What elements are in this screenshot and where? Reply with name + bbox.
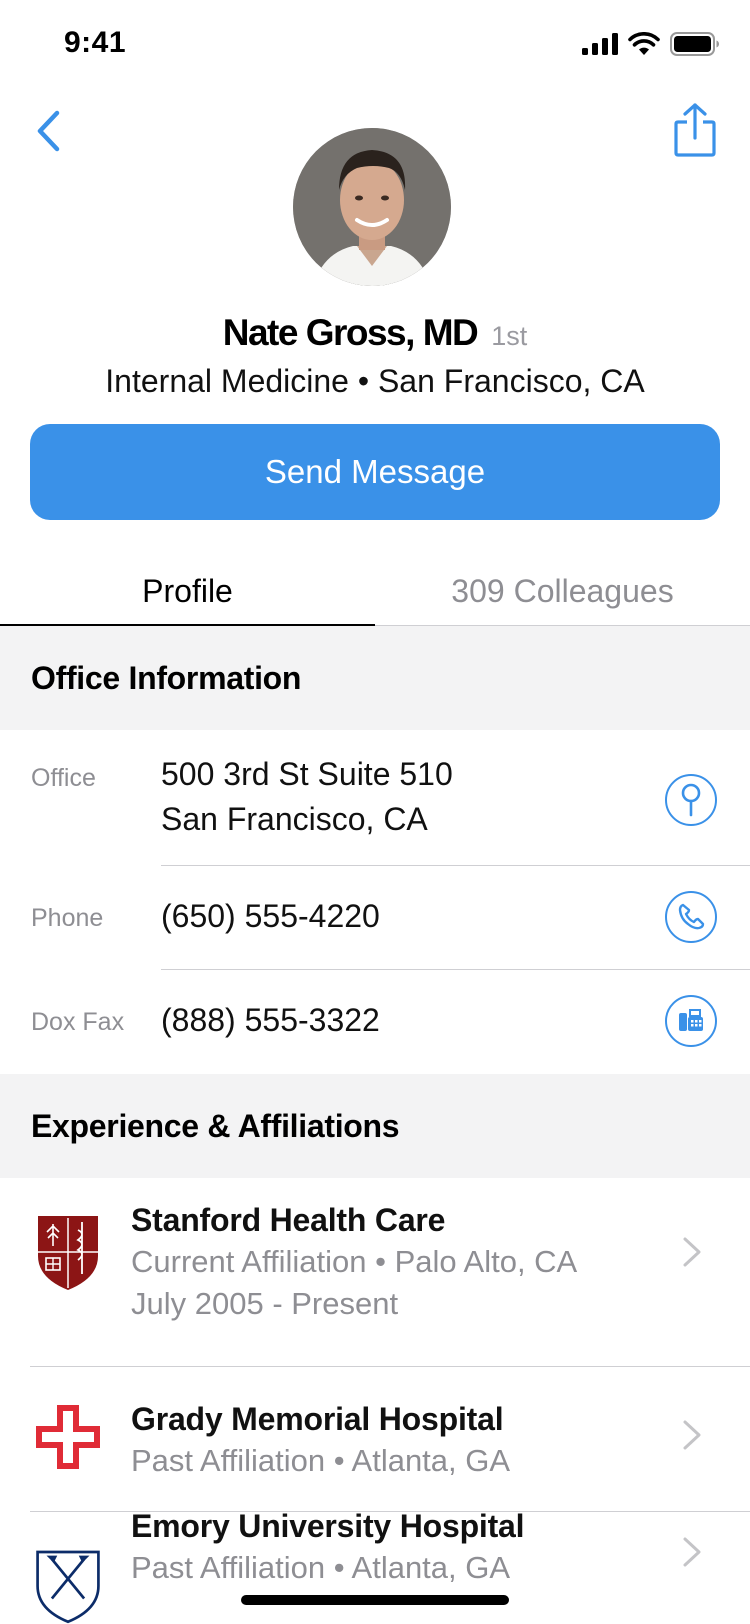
affiliation-dates: July 2005 - Present — [131, 1286, 399, 1321]
chevron-right-icon — [683, 1420, 701, 1450]
wifi-icon — [628, 32, 660, 55]
affiliation-detail: Past Affiliation • Atlanta, GA — [131, 1443, 511, 1478]
chevron-right-icon — [683, 1237, 701, 1267]
map-pin-button[interactable] — [665, 774, 717, 826]
tab-profile[interactable]: Profile — [0, 556, 375, 626]
affiliation-item-stanford[interactable]: Stanford Health Care Current Affiliation… — [0, 1178, 750, 1366]
affiliation-name: Stanford Health Care — [131, 1202, 446, 1238]
affiliation-detail: Past Affiliation • Atlanta, GA — [131, 1550, 511, 1585]
map-pin-icon — [681, 783, 701, 817]
affiliation-detail: Current Affiliation • Palo Alto, CA — [131, 1244, 578, 1279]
affiliation-item-emory[interactable]: Emory University Hospital Past Affiliati… — [0, 1508, 750, 1624]
emory-shield-logo — [34, 1546, 102, 1624]
red-cross-logo — [34, 1397, 102, 1477]
avatar — [293, 128, 451, 286]
chevron-left-icon — [37, 110, 60, 152]
fax-row[interactable]: Dox Fax (888) 555-3322 — [0, 970, 750, 1074]
affiliation-item-grady[interactable]: Grady Memorial Hospital Past Affiliation… — [0, 1367, 750, 1511]
share-button[interactable] — [670, 98, 720, 162]
office-address-line2: San Francisco, CA — [161, 801, 428, 837]
call-button[interactable] — [665, 891, 717, 943]
fax-number: (888) 555-3322 — [161, 1002, 380, 1038]
office-address-row[interactable]: Office 500 3rd St Suite 510 San Francisc… — [0, 730, 750, 860]
affiliation-name: Emory University Hospital — [131, 1508, 525, 1544]
office-label: Office — [31, 764, 96, 792]
office-address: 500 3rd St Suite 510 San Francisco, CA — [161, 752, 453, 842]
phone-row[interactable]: Phone (650) 555-4220 — [0, 866, 750, 969]
connection-degree-badge: 1st — [491, 321, 528, 351]
fax-button[interactable] — [665, 995, 717, 1047]
back-button[interactable] — [28, 104, 68, 158]
chevron-right-icon — [683, 1537, 701, 1567]
status-bar: 9:41 — [0, 0, 750, 90]
profile-header: Nate Gross, MD 1st — [0, 312, 750, 354]
send-message-button[interactable]: Send Message — [30, 424, 720, 520]
experience-section-header: Experience & Affiliations — [0, 1074, 750, 1178]
fax-icon — [679, 1009, 703, 1031]
status-time: 9:41 — [64, 26, 127, 59]
office-address-line1: 500 3rd St Suite 510 — [161, 756, 453, 792]
phone-icon — [678, 903, 705, 930]
office-section-header: Office Information — [0, 626, 750, 730]
tab-colleagues[interactable]: 309 Colleagues — [375, 556, 750, 626]
affiliation-name: Grady Memorial Hospital — [131, 1401, 504, 1437]
stanford-shield-logo — [34, 1212, 102, 1292]
home-indicator[interactable] — [241, 1595, 509, 1605]
cellular-signal-icon — [582, 33, 618, 55]
fax-label: Dox Fax — [31, 1008, 125, 1036]
phone-label: Phone — [31, 904, 104, 932]
phone-number: (650) 555-4220 — [161, 898, 380, 934]
profile-name: Nate Gross, MD — [222, 312, 479, 353]
status-icons — [582, 32, 720, 56]
battery-icon — [670, 32, 719, 56]
share-icon — [674, 103, 716, 157]
profile-tabs: Profile 309 Colleagues — [0, 556, 750, 626]
profile-subtitle: Internal Medicine • San Francisco, CA — [105, 363, 645, 399]
